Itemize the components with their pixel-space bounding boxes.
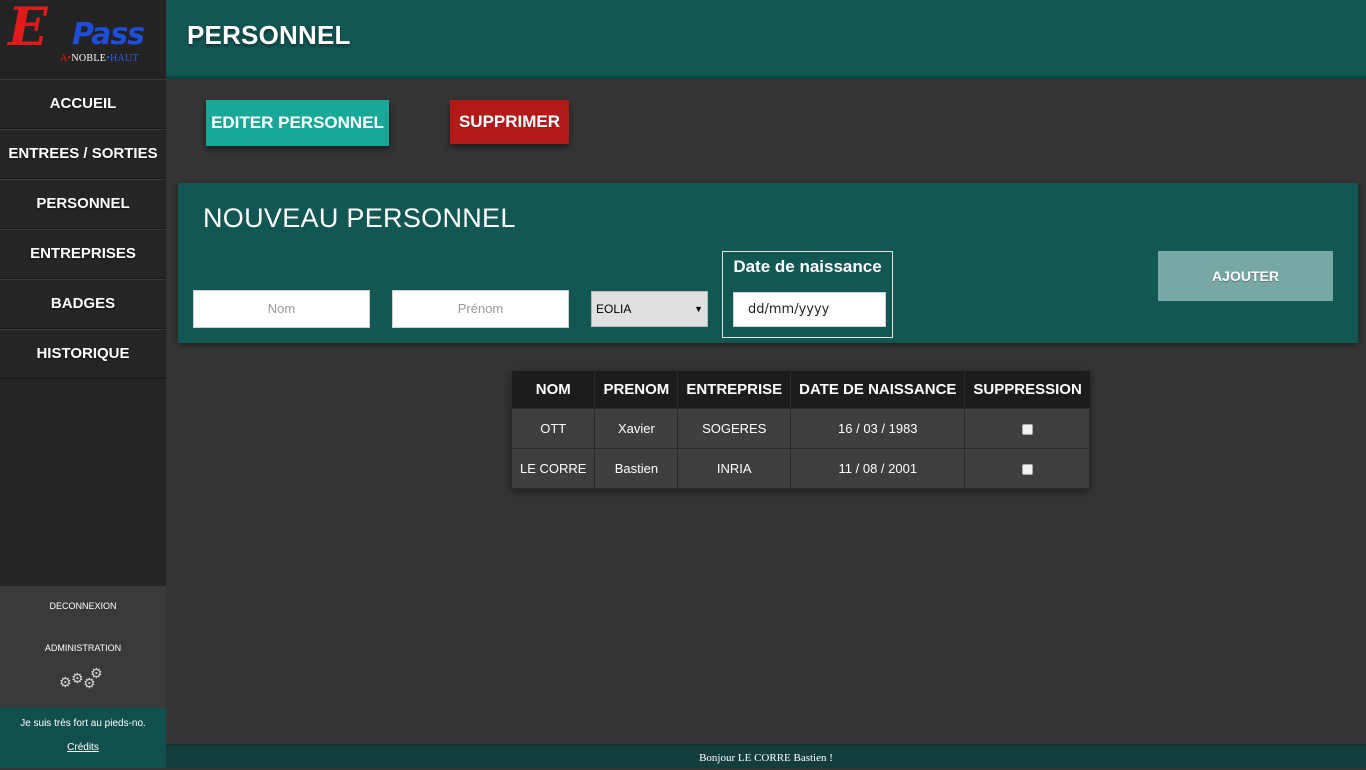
cell-prenom: Bastien — [594, 447, 679, 489]
sidebar: E Pass A•NOBLE•HAUT ACCUEIL ENTREES / SO… — [0, 0, 166, 768]
logo-letter-e: E — [8, 0, 48, 58]
greeting-bar: Bonjour LE CORRE Bastien ! — [166, 744, 1366, 768]
greeting-text: Bonjour LE CORRE Bastien ! — [699, 752, 833, 764]
cell-suppression — [964, 447, 1091, 489]
logout-link[interactable]: DECONNEXION — [0, 601, 166, 611]
footer-quote: Je suis très fort au pieds-no. — [20, 718, 146, 729]
delete-button[interactable]: SUPPRIMER — [450, 100, 569, 144]
cell-date: 11 / 08 / 2001 — [790, 447, 966, 489]
page-header: PERSONNEL — [166, 0, 1366, 79]
edit-personnel-button[interactable]: EDITER PERSONNEL — [206, 100, 389, 146]
column-header-date[interactable]: DATE DE NAISSANCE — [790, 371, 965, 408]
cell-prenom: Xavier — [594, 407, 679, 449]
cell-entreprise: SOGERES — [677, 407, 792, 449]
cell-suppression — [964, 407, 1091, 449]
table-header-row: NOM PRENOM ENTREPRISE DATE DE NAISSANCE … — [510, 371, 1090, 408]
company-select[interactable]: EOLIA ▼ — [591, 291, 708, 327]
delete-checkbox[interactable] — [1021, 423, 1033, 435]
column-header-nom[interactable]: NOM — [510, 371, 595, 408]
column-header-prenom[interactable]: PRENOM — [594, 371, 678, 408]
logo-text: Pass — [72, 17, 145, 52]
prenom-input[interactable]: Prénom — [392, 290, 569, 328]
birthdate-label: Date de naissance — [733, 257, 882, 276]
cell-nom: LE CORRE — [510, 447, 596, 489]
column-header-suppression[interactable]: SUPPRESSION — [964, 371, 1090, 408]
sidebar-footer: Je suis très fort au pieds-no. Crédits — [0, 708, 166, 768]
dropdown-arrow-icon: ▼ — [694, 304, 703, 314]
cell-date: 16 / 03 / 1983 — [790, 407, 966, 449]
form-title: NOUVEAU PERSONNEL — [203, 203, 516, 233]
column-header-entreprise[interactable]: ENTREPRISE — [677, 371, 791, 408]
table-row[interactable]: LE CORRE Bastien INRIA 11 / 08 / 2001 — [510, 447, 1091, 489]
credits-link[interactable]: Crédits — [0, 742, 166, 753]
add-button[interactable]: AJOUTER — [1158, 251, 1333, 301]
birthdate-input[interactable]: dd/mm/yyyy — [733, 292, 886, 327]
sidebar-nav: ACCUEIL ENTREES / SORTIES PERSONNEL ENTR… — [0, 79, 166, 379]
gears-icon[interactable]: ⚙ ⚙ ⚙ ⚙ — [59, 666, 105, 692]
sidebar-item-entreprises[interactable]: ENTREPRISES — [0, 229, 166, 279]
sidebar-item-badges[interactable]: BADGES — [0, 279, 166, 329]
personnel-table: NOM PRENOM ENTREPRISE DATE DE NAISSANCE … — [510, 371, 1091, 489]
birthdate-group: Date de naissance dd/mm/yyyy — [722, 251, 893, 338]
table-row[interactable]: OTT Xavier SOGERES 16 / 03 / 1983 — [510, 407, 1091, 449]
sidebar-item-personnel[interactable]: PERSONNEL — [0, 179, 166, 229]
administration-link[interactable]: ADMINISTRATION — [0, 643, 166, 653]
delete-checkbox[interactable] — [1021, 463, 1033, 475]
sidebar-item-accueil[interactable]: ACCUEIL — [0, 79, 166, 129]
cell-entreprise: INRIA — [677, 447, 792, 489]
sidebar-item-historique[interactable]: HISTORIQUE — [0, 329, 166, 379]
cell-nom: OTT — [510, 407, 596, 449]
page-title: PERSONNEL — [187, 20, 351, 50]
new-personnel-form: NOUVEAU PERSONNEL Nom Prénom EOLIA ▼ Dat… — [178, 183, 1358, 343]
company-select-value: EOLIA — [596, 302, 632, 316]
epass-logo[interactable]: E Pass A•NOBLE•HAUT — [0, 0, 166, 79]
logo-motto: A•NOBLE•HAUT — [60, 53, 139, 64]
sidebar-item-entrees-sorties[interactable]: ENTREES / SORTIES — [0, 129, 166, 179]
nom-input[interactable]: Nom — [193, 290, 370, 328]
